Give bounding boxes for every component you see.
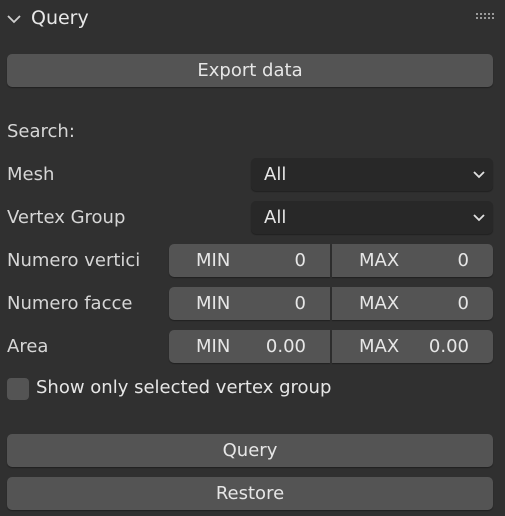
mesh-label: Mesh (7, 164, 55, 185)
min-label: MIN (196, 250, 231, 271)
min-label: MIN (196, 336, 231, 357)
numero-facce-label: Numero facce (7, 293, 133, 314)
numero-facce-min-field[interactable]: MIN 0 (169, 287, 330, 320)
panel-title: Query (31, 7, 89, 29)
panel-header[interactable]: Query (0, 0, 505, 38)
query-panel: Query Export data Search: Mesh All Verte… (0, 0, 505, 516)
vertex-group-dropdown[interactable]: All (251, 201, 493, 234)
chevron-down-icon[interactable] (6, 11, 22, 27)
min-label: MIN (196, 293, 231, 314)
max-value: 0 (457, 250, 469, 271)
query-button[interactable]: Query (7, 434, 493, 467)
show-selected-checkbox[interactable] (7, 378, 29, 400)
max-value: 0 (457, 293, 469, 314)
max-label: MAX (359, 293, 400, 314)
max-value: 0.00 (428, 336, 469, 357)
max-label: MAX (359, 336, 400, 357)
vertex-group-label: Vertex Group (7, 207, 126, 228)
grip-dots-icon[interactable] (476, 13, 494, 23)
numero-facce-max-field[interactable]: MAX 0 (332, 287, 493, 320)
area-min-field[interactable]: MIN 0.00 (169, 330, 330, 363)
min-value: 0 (294, 250, 306, 271)
numero-vertici-max-field[interactable]: MAX 0 (332, 244, 493, 277)
numero-vertici-range: MIN 0 MAX 0 (169, 244, 493, 277)
vertex-group-dropdown-value: All (264, 207, 287, 228)
area-max-field[interactable]: MAX 0.00 (332, 330, 493, 363)
chevron-down-icon (473, 214, 485, 222)
mesh-dropdown-value: All (264, 164, 287, 185)
min-value: 0 (294, 293, 306, 314)
numero-vertici-label: Numero vertici (7, 250, 141, 271)
min-value: 0.00 (265, 336, 306, 357)
numero-vertici-min-field[interactable]: MIN 0 (169, 244, 330, 277)
area-range: MIN 0.00 MAX 0.00 (169, 330, 493, 363)
restore-button[interactable]: Restore (7, 477, 493, 510)
chevron-down-icon (473, 171, 485, 179)
numero-facce-range: MIN 0 MAX 0 (169, 287, 493, 320)
search-heading: Search: (7, 121, 75, 142)
export-data-button[interactable]: Export data (7, 54, 493, 87)
show-selected-label[interactable]: Show only selected vertex group (36, 377, 331, 398)
area-label: Area (7, 336, 49, 357)
max-label: MAX (359, 250, 400, 271)
mesh-dropdown[interactable]: All (251, 158, 493, 191)
